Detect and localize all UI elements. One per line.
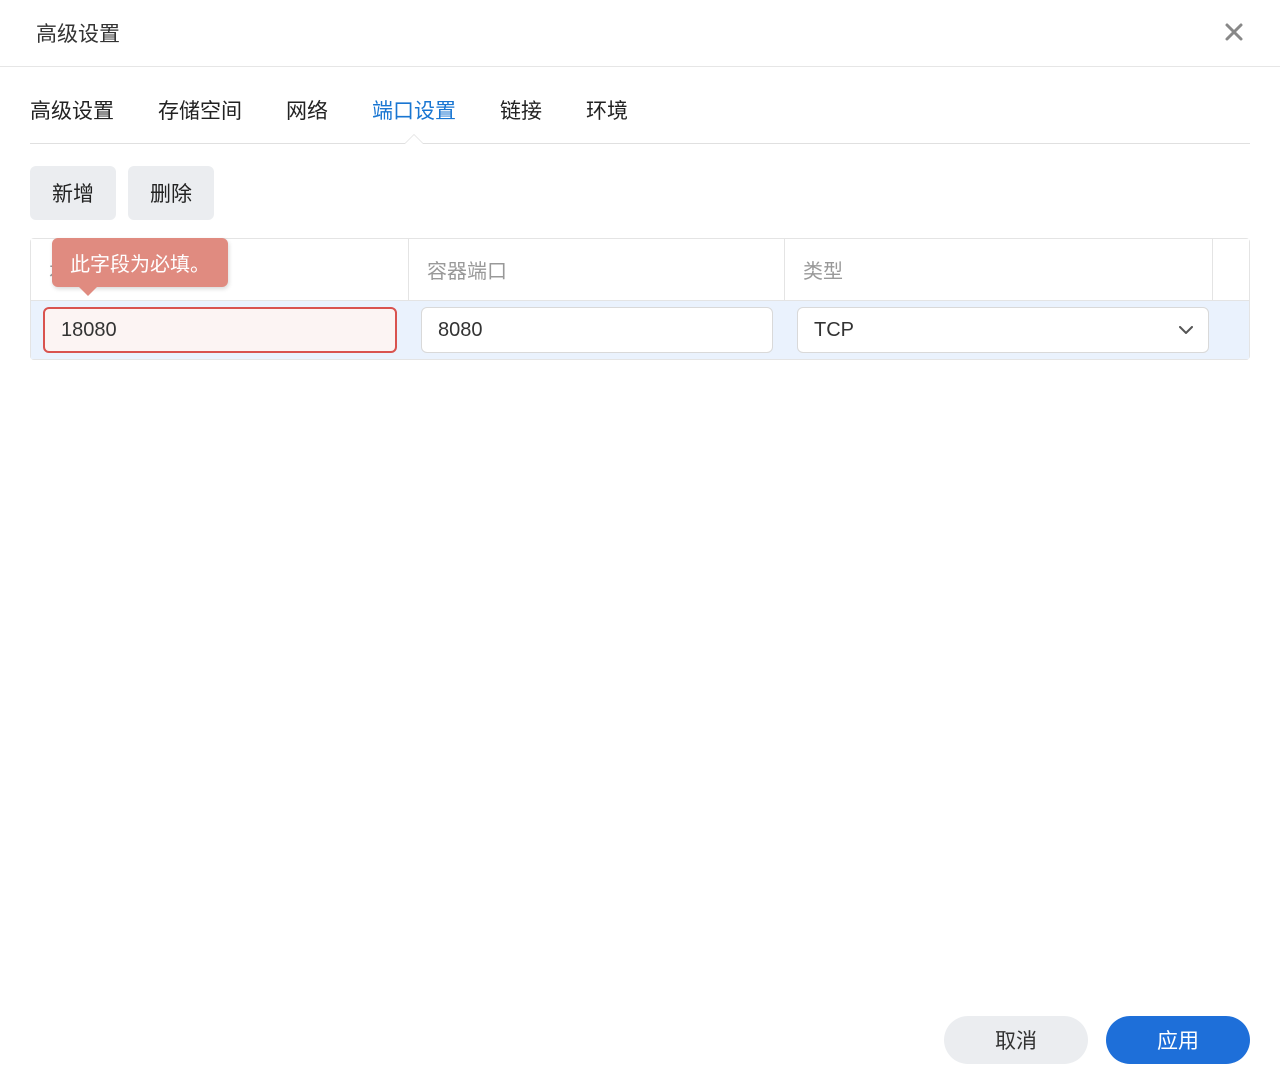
local-port-input[interactable] xyxy=(43,307,397,353)
table-toolbar: 新增 删除 xyxy=(30,166,1250,220)
close-button[interactable] xyxy=(1220,19,1248,47)
cell-type: TCP xyxy=(785,301,1221,359)
cell-container-port xyxy=(409,301,785,359)
tab-environment[interactable]: 环境 xyxy=(586,95,628,143)
type-select-wrapper: TCP xyxy=(797,307,1209,353)
dialog-header: 高级设置 xyxy=(0,0,1280,67)
tab-links[interactable]: 链接 xyxy=(500,95,542,143)
tab-port-settings[interactable]: 端口设置 xyxy=(372,95,456,143)
tab-network[interactable]: 网络 xyxy=(286,95,328,143)
col-header-spacer xyxy=(1213,239,1249,300)
tabs-list: 高级设置 存储空间 网络 端口设置 链接 环境 xyxy=(30,67,1250,144)
dialog-title: 高级设置 xyxy=(36,18,120,48)
container-port-input[interactable] xyxy=(421,307,773,353)
dialog-footer: 取消 应用 xyxy=(0,996,1280,1088)
add-button[interactable]: 新增 xyxy=(30,166,116,220)
delete-button[interactable]: 删除 xyxy=(128,166,214,220)
table-row[interactable]: TCP xyxy=(31,301,1249,359)
cancel-button[interactable]: 取消 xyxy=(944,1016,1088,1064)
type-select-value: TCP xyxy=(814,319,854,342)
tabs-container: 高级设置 存储空间 网络 端口设置 链接 环境 xyxy=(0,67,1280,144)
validation-tooltip: 此字段为必填。 xyxy=(52,238,228,287)
close-icon xyxy=(1224,19,1244,47)
apply-button[interactable]: 应用 xyxy=(1106,1016,1250,1064)
tab-storage[interactable]: 存储空间 xyxy=(158,95,242,143)
type-select[interactable]: TCP xyxy=(797,307,1209,353)
advanced-settings-dialog: 高级设置 高级设置 存储空间 网络 端口设置 链接 环境 新增 删除 本地端口 … xyxy=(0,0,1280,1088)
col-header-type: 类型 xyxy=(785,239,1213,300)
cell-spacer xyxy=(1221,324,1249,336)
validation-message: 此字段为必填。 xyxy=(70,254,210,276)
cell-local-port xyxy=(31,301,409,359)
tab-advanced-settings[interactable]: 高级设置 xyxy=(30,95,114,143)
col-header-container-port: 容器端口 xyxy=(409,239,785,300)
